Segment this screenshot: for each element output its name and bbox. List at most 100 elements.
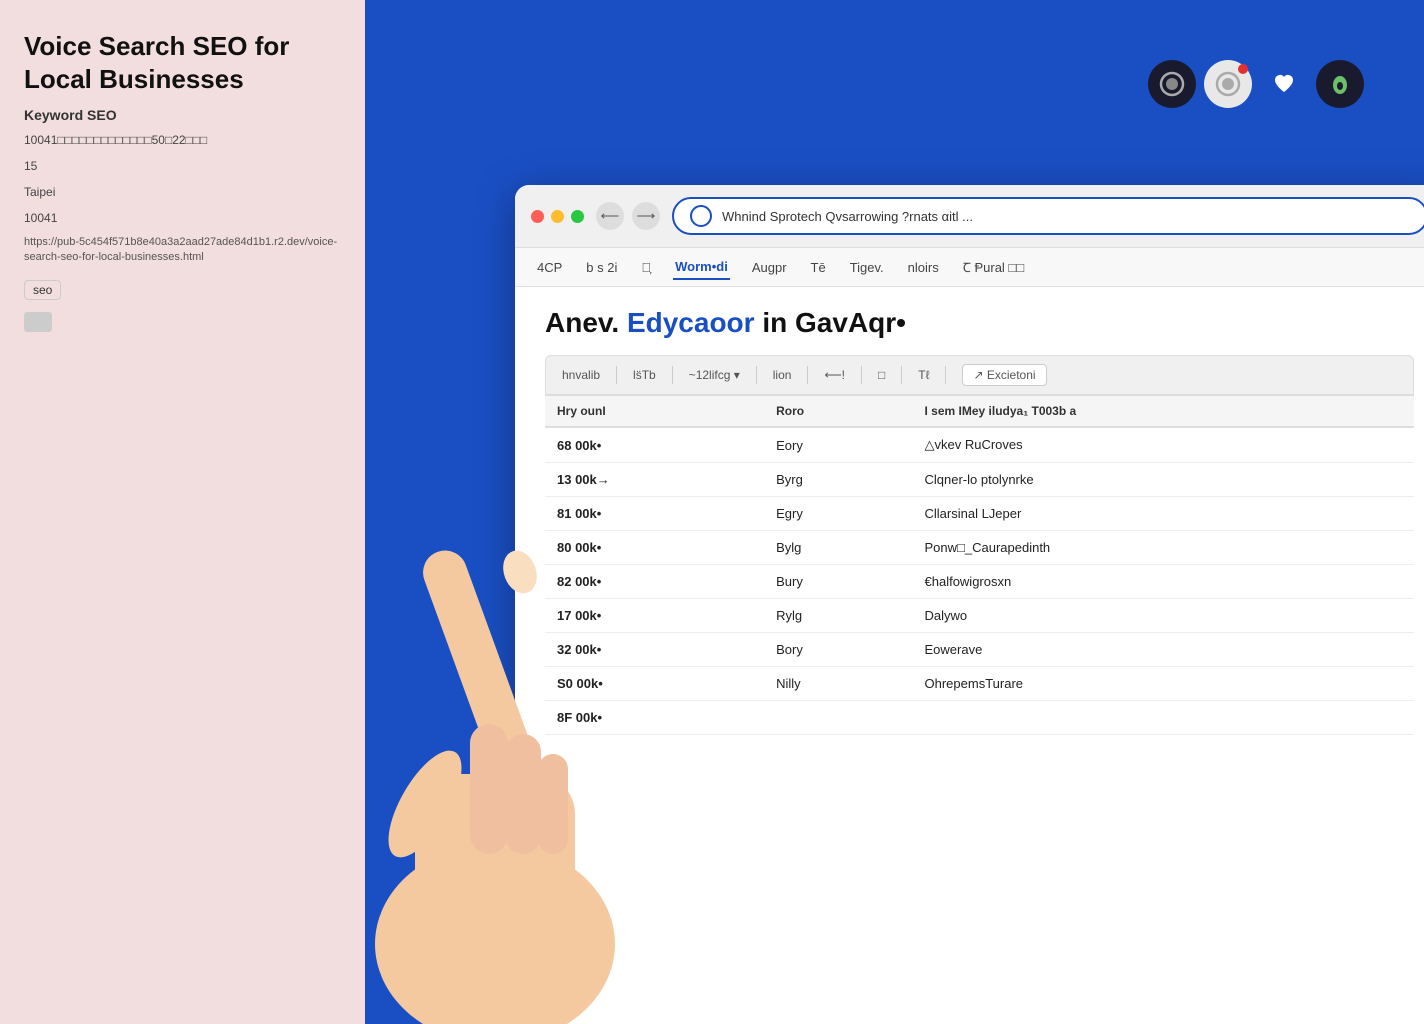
browser-window: ⟵ ⟶ Whnind Sprotech Qvsarrowing ?rnats α… xyxy=(515,185,1424,1024)
cell-name-6: Dalywo xyxy=(913,599,1415,633)
cell-name-9 xyxy=(913,701,1415,735)
data-toolbar: hnvalib ls̈Tb ~12lifcg ▾ lion ⟵! □ Tℓ ↗ … xyxy=(545,355,1414,395)
cell-name-2: Clqner-lo ptolynrke xyxy=(913,463,1415,497)
meta-line4: 10041 xyxy=(24,209,341,227)
title-part4: GavAqr• xyxy=(795,307,906,338)
cell-num-5: 82 00k• xyxy=(545,565,764,599)
meta-line3: Taipei xyxy=(24,183,341,201)
icon-blue-heart[interactable] xyxy=(1260,60,1308,108)
cell-name-3: Cllarsinal LJeper xyxy=(913,497,1415,531)
cell-code-9 xyxy=(764,701,912,735)
tab-rural[interactable]: Ꞇ Ᵽural □□ xyxy=(961,254,1026,280)
col-header-name: I sem IMey iludya₁ T003b a xyxy=(913,396,1415,428)
traffic-lights xyxy=(531,210,584,223)
cell-code-5: Bury xyxy=(764,565,912,599)
top-right-icons xyxy=(1148,60,1364,108)
cell-num-2: 13 00k→ xyxy=(545,463,764,497)
copy-icon[interactable] xyxy=(24,312,52,332)
back-button[interactable]: ⟵ xyxy=(596,202,624,230)
toolbar-sep1 xyxy=(616,366,617,384)
col-header-code: Roro xyxy=(764,396,912,428)
cell-num-4: 80 00k• xyxy=(545,531,764,565)
tab-augpr[interactable]: Augpr xyxy=(750,256,789,279)
cell-num-9: 8F 00k• xyxy=(545,701,764,735)
table-row: 81 00k• Egry Cllarsinal LJeper xyxy=(545,497,1414,531)
content-title: Anev. Edycaoor in GavAqr• xyxy=(545,307,1414,339)
toolbar-tl[interactable]: Tℓ xyxy=(918,368,929,382)
icon-red-dot[interactable] xyxy=(1204,60,1252,108)
data-table: Hry ounI Roro I sem IMey iludya₁ T003b a… xyxy=(545,395,1414,735)
cell-code-4: Bylg xyxy=(764,531,912,565)
toolbar-lstb[interactable]: ls̈Tb xyxy=(633,368,656,382)
toolbar-12lifcg[interactable]: ~12lifcg ▾ xyxy=(689,368,740,382)
browser-nav: ⟵ ⟶ xyxy=(596,202,660,230)
toolbar-sep2 xyxy=(672,366,673,384)
icon-avocado[interactable] xyxy=(1316,60,1364,108)
title-part3: in xyxy=(755,307,795,338)
toolbar-arrow[interactable]: ⟵! xyxy=(824,368,845,382)
cell-code-2: Byrg xyxy=(764,463,912,497)
keyword-label: Keyword SEO xyxy=(24,107,341,123)
tab-tigev[interactable]: Tigev. xyxy=(848,256,886,279)
table-row: 8F 00k• xyxy=(545,701,1414,735)
col-header-num: Hry ounI xyxy=(545,396,764,428)
minimize-button[interactable] xyxy=(551,210,564,223)
address-text: Whnind Sprotech Qvsarrowing ?rnats αitl … xyxy=(722,209,1410,224)
cell-code-3: Egry xyxy=(764,497,912,531)
close-button[interactable] xyxy=(531,210,544,223)
right-panel: ⟵ ⟶ Whnind Sprotech Qvsarrowing ?rnats α… xyxy=(365,0,1424,1024)
table-row: 80 00k• Bylg Ponw□_Caurapedinth xyxy=(545,531,1414,565)
address-bar[interactable]: Whnind Sprotech Qvsarrowing ?rnats αitl … xyxy=(672,197,1424,235)
table-row: 13 00k→ Byrg Clqner-lo ptolynrke xyxy=(545,463,1414,497)
toolbar-sep5 xyxy=(861,366,862,384)
cell-code-7: Bory xyxy=(764,633,912,667)
cell-code-8: Nilly xyxy=(764,667,912,701)
content-header: Anev. Edycaoor in GavAqr• xyxy=(545,307,1414,339)
table-row: S0 00k• Nilly OhrepemsTurare xyxy=(545,667,1414,701)
browser-tabs: 4CP b s 2i ꝏ᷊ Worm•di Augpr Tē Tigev. nl… xyxy=(515,248,1424,287)
table-row: 82 00k• Bury €halfowigrosxn xyxy=(545,565,1414,599)
title-part1: Anev. xyxy=(545,307,627,338)
toolbar-sep3 xyxy=(756,366,757,384)
page-url[interactable]: https://pub-5c454f571b8e40a3a2aad27ade84… xyxy=(24,235,341,266)
table-row: 17 00k• Rylg Dalywo xyxy=(545,599,1414,633)
cell-code-1: Eory xyxy=(764,427,912,463)
toolbar-excietoni[interactable]: ↗ Excietoni xyxy=(962,364,1046,386)
toolbar-lion[interactable]: lion xyxy=(773,368,792,382)
title-part2: Edycaoor xyxy=(627,307,755,338)
toolbar-sep4 xyxy=(807,366,808,384)
reload-icon[interactable] xyxy=(690,205,712,227)
tab-4cp[interactable]: 4CP xyxy=(535,256,564,279)
cell-name-5: €halfowigrosxn xyxy=(913,565,1415,599)
toolbar-sep7 xyxy=(945,366,946,384)
tab-nloirs[interactable]: nloirs xyxy=(906,256,941,279)
cell-num-6: 17 00k• xyxy=(545,599,764,633)
tab-te[interactable]: Tē xyxy=(809,256,828,279)
toolbar-box[interactable]: □ xyxy=(878,368,885,382)
maximize-button[interactable] xyxy=(571,210,584,223)
tab-icon3[interactable]: ꝏ᷊ xyxy=(639,256,653,279)
cell-name-7: Eowerave xyxy=(913,633,1415,667)
toolbar-hnvalib[interactable]: hnvalib xyxy=(562,368,600,382)
toolbar-sep6 xyxy=(901,366,902,384)
cell-num-1: 68 00k• xyxy=(545,427,764,463)
browser-content: Anev. Edycaoor in GavAqr• hnvalib ls̈Tb … xyxy=(515,287,1424,1024)
table-row: 68 00k• Eory △vkev RuCroves xyxy=(545,427,1414,463)
forward-button[interactable]: ⟶ xyxy=(632,202,660,230)
cell-code-6: Rylg xyxy=(764,599,912,633)
page-title: Voice Search SEO forLocal Businesses xyxy=(24,30,341,95)
seo-tag[interactable]: seo xyxy=(24,280,61,300)
icon-dark-circle[interactable] xyxy=(1148,60,1196,108)
meta-line1: 10041□□□□□□□□□□□□□50□22□□□ xyxy=(24,131,341,149)
browser-chrome: ⟵ ⟶ Whnind Sprotech Qvsarrowing ?rnats α… xyxy=(515,185,1424,248)
cell-name-1: △vkev RuCroves xyxy=(913,427,1415,463)
tab-bs2i[interactable]: b s 2i xyxy=(584,256,619,279)
cell-name-8: OhrepemsTurare xyxy=(913,667,1415,701)
cell-name-4: Ponw□_Caurapedinth xyxy=(913,531,1415,565)
cell-num-7: 32 00k• xyxy=(545,633,764,667)
meta-line2: 15 xyxy=(24,157,341,175)
cell-num-8: S0 00k• xyxy=(545,667,764,701)
tab-wormdi[interactable]: Worm•di xyxy=(673,255,730,280)
table-row: 32 00k• Bory Eowerave xyxy=(545,633,1414,667)
cell-num-3: 81 00k• xyxy=(545,497,764,531)
